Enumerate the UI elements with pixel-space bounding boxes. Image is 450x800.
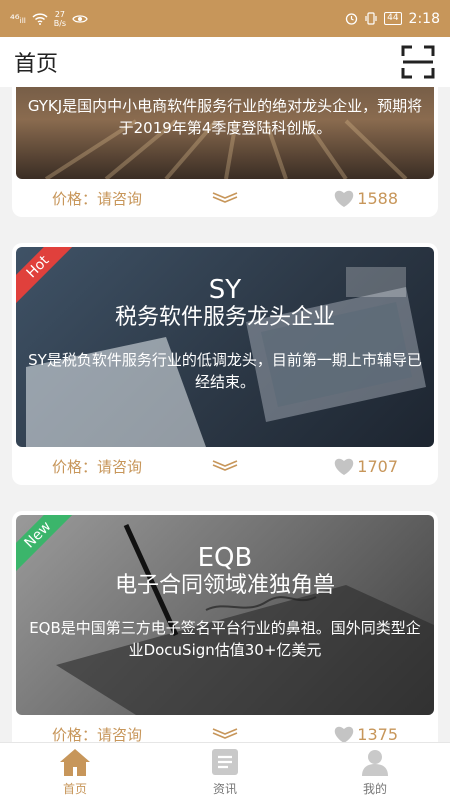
scan-button[interactable] [400,44,436,80]
card-footer: 价格：请咨询 1375 [12,715,438,742]
card-description: SY是税负软件服务行业的低调龙头，目前第一期上市辅导已经结束。 [28,351,422,391]
page-title: 首页 [14,52,59,77]
like-button[interactable]: 1588 [333,189,398,208]
bottom-tab-bar: 首页 资讯 我的 [0,742,450,800]
company-card[interactable]: SY 税务软件服务龙头企业 SY是税负软件服务行业的低调龙头，目前第一期上市辅导… [12,243,438,485]
company-card[interactable]: GYKJ是国内中小电商软件服务行业的绝对龙头企业，预期将于2019年第4季度登陆… [12,87,438,217]
battery-icon: 44 [384,12,402,25]
heart-icon [335,726,354,742]
company-name: SY [208,275,242,305]
tab-news[interactable]: 资讯 [150,743,300,800]
card-image: EQB 电子合同领域准独角兽 EQB是中国第三方电子签名平台行业的鼻祖。国外同类… [16,515,434,715]
card-description: GYKJ是国内中小电商软件服务行业的绝对龙头企业，预期将于2019年第4季度登陆… [27,97,423,137]
tab-home[interactable]: 首页 [0,743,150,800]
like-count: 1588 [357,188,398,208]
chevron-down-icon[interactable] [212,459,238,471]
price-label: 价格：请咨询 [52,457,143,476]
profile-icon [362,749,388,776]
tab-label: 我的 [362,781,387,796]
wifi-icon [32,12,48,25]
feed-list[interactable]: GYKJ是国内中小电商软件服务行业的绝对龙头企业，预期将于2019年第4季度登陆… [0,87,450,742]
alarm-icon [345,13,358,25]
card-footer: 价格：请咨询 1588 [12,179,438,217]
tab-label: 首页 [62,781,87,796]
news-icon [212,748,238,775]
chevron-down-icon[interactable] [212,191,238,203]
price-label: 价格：请咨询 [52,189,143,208]
card-image: GYKJ是国内中小电商软件服务行业的绝对龙头企业，预期将于2019年第4季度登陆… [16,87,434,179]
like-button[interactable]: 1707 [333,457,398,476]
like-button[interactable]: 1375 [333,724,398,743]
company-card[interactable]: EQB 电子合同领域准独角兽 EQB是中国第三方电子签名平台行业的鼻祖。国外同类… [12,511,438,742]
heart-icon [335,458,354,475]
card-image: SY 税务软件服务龙头企业 SY是税负软件服务行业的低调龙头，目前第一期上市辅导… [16,247,434,447]
price-label: 价格：请咨询 [52,725,143,743]
card-footer: 价格：请咨询 1707 [12,447,438,485]
vibrate-icon [365,12,377,25]
clock: 2:18 [408,10,440,27]
home-icon [60,748,90,776]
like-count: 1375 [357,724,398,743]
app-header: 首页 [0,37,450,87]
company-slogan: 电子合同领域准独角兽 [114,573,335,598]
tab-label: 资讯 [212,781,237,796]
heart-icon [335,190,354,207]
like-count: 1707 [357,456,398,476]
chevron-down-icon[interactable] [212,727,238,739]
scan-icon [401,45,435,79]
company-slogan: 税务软件服务龙头企业 [114,305,335,330]
eye-icon [72,14,88,23]
company-name: EQB [197,543,253,573]
tab-profile[interactable]: 我的 [300,743,450,800]
card-description: EQB是中国第三方电子签名平台行业的鼻祖。国外同类型企业DocuSign估值30… [29,619,421,659]
signal-icon: ⁴⁶ᵢₗₗ [10,11,26,26]
status-bar: ⁴⁶ᵢₗₗ 27 B/s 44 2:18 [0,0,450,37]
network-speed: 27 B/s [53,9,67,28]
